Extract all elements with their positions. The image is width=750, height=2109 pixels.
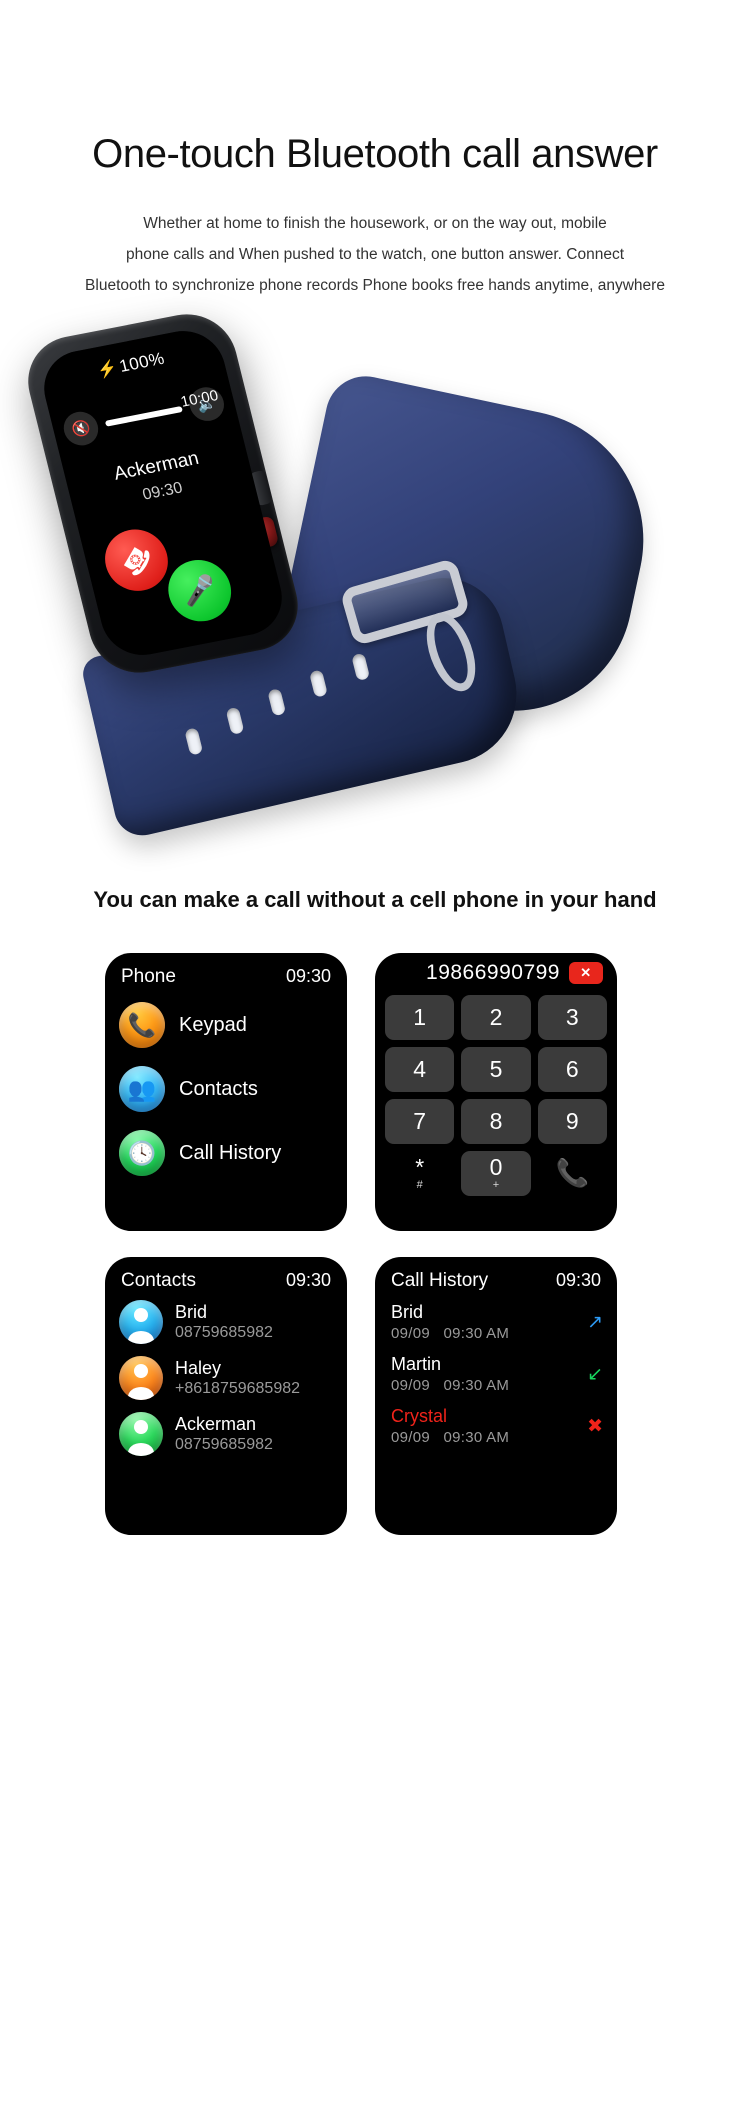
menu-item-call-history[interactable]: 🕓 Call History: [119, 1130, 347, 1176]
list-item[interactable]: Brid 08759685982: [119, 1300, 347, 1344]
dial-key-1[interactable]: 1: [385, 995, 455, 1040]
dialpad-keys: 1 2 3 4 5 6 7 8 9 * # 0 + 📞: [375, 985, 617, 1206]
volume-mute-icon[interactable]: 🔇: [60, 408, 102, 449]
history-name: Crystal: [391, 1406, 448, 1426]
key-sub: +: [492, 1179, 500, 1191]
dial-key-8[interactable]: 8: [461, 1099, 531, 1144]
clock-icon: 🕓: [119, 1130, 165, 1176]
contacts-card[interactable]: Contacts 09:30 Brid 08759685982 Haley +8…: [105, 1257, 347, 1535]
phone-menu-card[interactable]: Phone 09:30 📞 Keypad 👥 Contacts 🕓 Call H…: [105, 953, 347, 1231]
dialer-display: 19866990799 ✕: [375, 953, 617, 985]
history-card-time: 09:30: [555, 1270, 601, 1290]
microphone-icon[interactable]: 🎤: [161, 554, 238, 627]
phone-call-icon[interactable]: 📞: [538, 1151, 607, 1196]
history-date: 09/09: [391, 1325, 431, 1342]
key-main: 8: [489, 1108, 503, 1134]
history-name: Martin: [391, 1354, 442, 1374]
key-main: 7: [413, 1108, 427, 1134]
call-incoming-icon[interactable]: ↙: [587, 1363, 603, 1386]
phone-card-header: Phone 09:30: [105, 953, 347, 988]
dial-key-5[interactable]: 5: [461, 1047, 531, 1092]
menu-label: Contacts: [179, 1077, 258, 1100]
section-heading: You can make a call without a cell phone…: [93, 887, 657, 912]
dial-key-4[interactable]: 4: [385, 1047, 455, 1092]
table-row[interactable]: Crystal 09/09 09:30 AM ✖: [391, 1406, 617, 1446]
phone-hangup-icon[interactable]: ☎: [98, 524, 175, 597]
key-main: 6: [565, 1056, 579, 1082]
table-row[interactable]: Martin 09/09 09:30 AM ↙: [391, 1354, 617, 1394]
dial-key-star[interactable]: * #: [385, 1151, 454, 1196]
history-meta: 09/09 09:30 AM: [391, 1325, 509, 1342]
history-card-title: Call History: [391, 1270, 489, 1291]
history-time: 09:30 AM: [443, 1377, 510, 1394]
menu-label: Call History: [179, 1141, 282, 1164]
dial-key-0[interactable]: 0 +: [461, 1151, 531, 1196]
avatar: [119, 1356, 163, 1400]
call-history-card[interactable]: Call History 09:30 Brid 09/09 09:30 AM ↗…: [375, 1257, 617, 1535]
history-time: 09:30 AM: [443, 1325, 510, 1342]
history-card-header: Call History 09:30: [375, 1257, 617, 1292]
menu-item-contacts[interactable]: 👥 Contacts: [119, 1066, 347, 1112]
subtitle-line-2: phone calls and When pushed to the watch…: [125, 246, 625, 263]
volume-slider[interactable]: [104, 405, 183, 427]
contacts-card-header: Contacts 09:30: [105, 1257, 347, 1292]
backspace-delete-icon[interactable]: ✕: [569, 962, 603, 984]
call-outgoing-icon[interactable]: ↗: [587, 1311, 603, 1334]
contact-number: 08759685982: [175, 1324, 273, 1342]
hero-subtitle: Whether at home to finish the housework,…: [65, 208, 685, 301]
contact-name: Brid: [175, 1301, 208, 1322]
battery-percent: 100%: [117, 348, 167, 376]
contacts-card-title: Contacts: [121, 1270, 196, 1291]
dial-key-6[interactable]: 6: [537, 1047, 607, 1092]
dialpad-card[interactable]: 19866990799 ✕ 1 2 3 4 5 6 7 8 9 * # 0 + …: [375, 953, 617, 1231]
key-main: *: [415, 1154, 425, 1180]
subtitle-line-1: Whether at home to finish the housework,…: [143, 215, 607, 232]
call-missed-icon[interactable]: ✖: [587, 1415, 603, 1438]
list-item[interactable]: Haley +8618759685982: [119, 1356, 347, 1400]
subtitle-line-3: Bluetooth to synchronize phone records P…: [85, 277, 665, 294]
screens-grid: Phone 09:30 📞 Keypad 👥 Contacts 🕓 Call H…: [105, 953, 645, 1535]
contact-number: 08759685982: [175, 1436, 273, 1454]
phone-ring-icon: 📞: [119, 1002, 165, 1048]
key-sub: #: [416, 1179, 423, 1191]
history-date: 09/09: [391, 1377, 431, 1394]
contacts-list: Brid 08759685982 Haley +8618759685982 Ac…: [105, 1292, 347, 1456]
history-time: 09:30 AM: [443, 1429, 510, 1446]
key-main: 0: [489, 1154, 503, 1180]
lightning-bolt-icon: ⚡: [95, 359, 120, 381]
contact-number: +8618759685982: [175, 1380, 301, 1398]
dial-key-3[interactable]: 3: [537, 995, 607, 1040]
history-meta: 09/09 09:30 AM: [391, 1377, 509, 1394]
dial-key-2[interactable]: 2: [461, 995, 531, 1040]
key-main: 9: [565, 1108, 579, 1134]
key-main: 3: [565, 1004, 579, 1030]
history-meta: 09/09 09:30 AM: [391, 1429, 509, 1446]
history-name: Brid: [391, 1302, 424, 1322]
call-history-list: Brid 09/09 09:30 AM ↗ Martin 09/09 09:30…: [375, 1292, 617, 1446]
watch-product-image: ⚡100% 🔇 🔈 10:00 Ackerman 09:30 ☎ 🎤: [0, 306, 750, 871]
history-date: 09/09: [391, 1429, 431, 1446]
contact-name: Ackerman: [175, 1413, 257, 1434]
menu-item-keypad[interactable]: 📞 Keypad: [119, 1002, 347, 1048]
list-item[interactable]: Ackerman 08759685982: [119, 1412, 347, 1456]
contacts-card-time: 09:30: [285, 1270, 331, 1290]
menu-label: Keypad: [179, 1013, 247, 1036]
table-row[interactable]: Brid 09/09 09:30 AM ↗: [391, 1302, 617, 1342]
key-main: 5: [489, 1056, 503, 1082]
phone-card-time: 09:30: [285, 966, 331, 986]
key-main: 2: [489, 1004, 503, 1030]
dial-key-7[interactable]: 7: [385, 1099, 455, 1144]
page-title: One-touch Bluetooth call answer: [92, 132, 658, 176]
key-main: 1: [413, 1004, 427, 1030]
contacts-icon: 👥: [119, 1066, 165, 1112]
phone-menu-list: 📞 Keypad 👥 Contacts 🕓 Call History: [105, 988, 347, 1176]
key-main: 4: [413, 1056, 427, 1082]
watch-display[interactable]: ⚡100% 🔇 🔈 10:00 Ackerman 09:30 ☎ 🎤: [35, 324, 291, 662]
phone-card-title: Phone: [121, 966, 176, 987]
dial-key-9[interactable]: 9: [537, 1099, 607, 1144]
avatar: [119, 1412, 163, 1456]
avatar: [119, 1300, 163, 1344]
contact-name: Haley: [175, 1357, 222, 1378]
dialed-number: 19866990799: [426, 961, 560, 984]
